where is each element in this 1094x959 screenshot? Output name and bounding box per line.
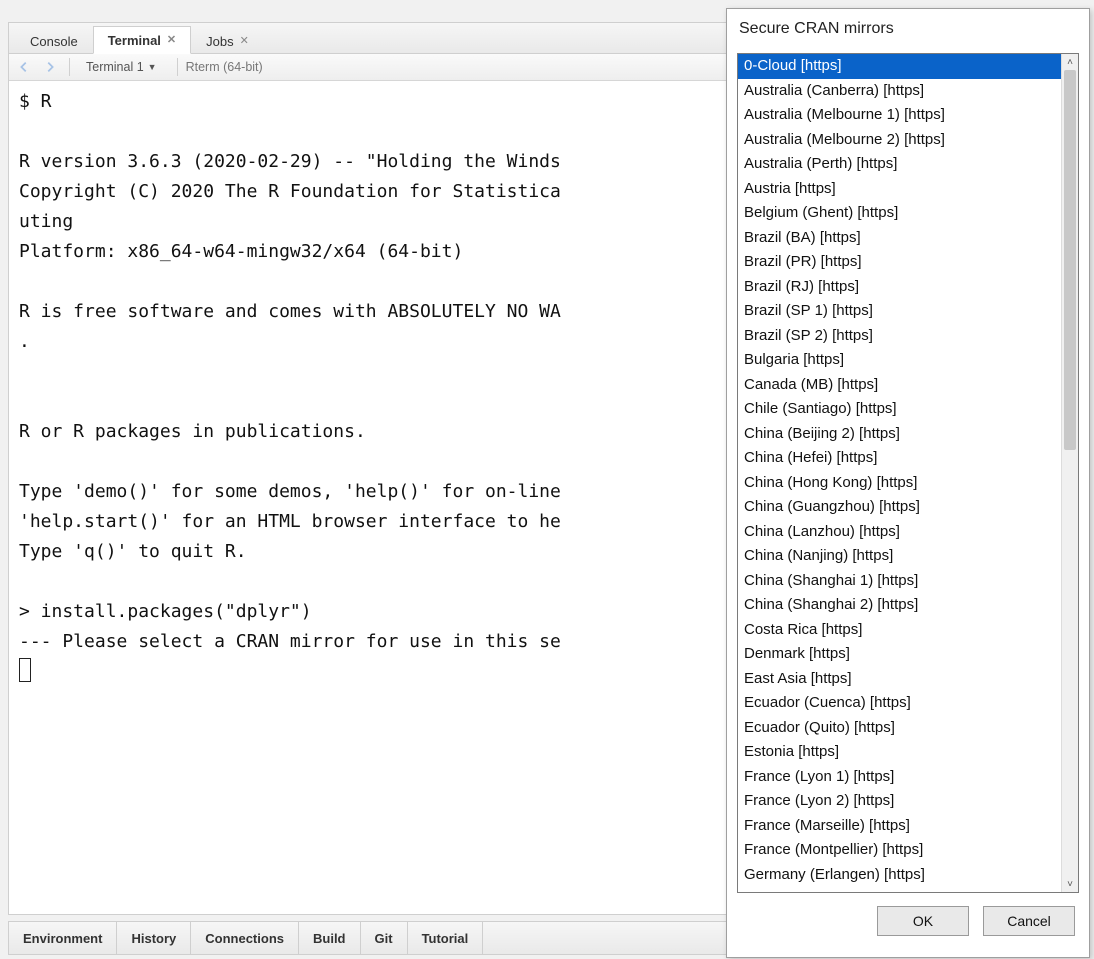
mirror-listbox[interactable]: 0-Cloud [https]Australia (Canberra) [htt… xyxy=(738,54,1062,892)
mirror-list-item[interactable]: France (Marseille) [https] xyxy=(738,814,1062,839)
dialog-title: Secure CRAN mirrors xyxy=(727,9,1089,49)
mirror-list-item[interactable]: Australia (Melbourne 2) [https] xyxy=(738,128,1062,153)
bottom-tab-environment[interactable]: Environment xyxy=(9,922,117,954)
nav-forward-icon[interactable] xyxy=(41,59,59,75)
mirror-list-item[interactable]: Brazil (BA) [https] xyxy=(738,226,1062,251)
workspace: Console Terminal ✕ Jobs ✕ Terminal 1 ▼ xyxy=(0,0,1094,959)
tab-label: Console xyxy=(30,34,78,49)
scroll-thumb[interactable] xyxy=(1064,70,1076,450)
terminal-selector-label: Terminal 1 xyxy=(86,60,144,74)
terminal-text: $ R R version 3.6.3 (2020-02-29) -- "Hol… xyxy=(19,91,561,652)
mirror-list-item[interactable]: China (Hefei) [https] xyxy=(738,446,1062,471)
close-icon[interactable]: ✕ xyxy=(240,36,249,47)
mirror-list-item[interactable]: Germany (Erlangen) [https] xyxy=(738,863,1062,888)
mirror-list-item[interactable]: Australia (Melbourne 1) [https] xyxy=(738,103,1062,128)
mirror-list-item[interactable]: France (Lyon 1) [https] xyxy=(738,765,1062,790)
mirror-list-item[interactable]: Costa Rica [https] xyxy=(738,618,1062,643)
mirror-list-item[interactable]: China (Guangzhou) [https] xyxy=(738,495,1062,520)
mirror-list-item[interactable]: Brazil (PR) [https] xyxy=(738,250,1062,275)
mirror-list-item[interactable]: Bulgaria [https] xyxy=(738,348,1062,373)
tab-terminal[interactable]: Terminal ✕ xyxy=(93,26,191,54)
tab-label: Terminal xyxy=(108,33,161,48)
tab-jobs[interactable]: Jobs ✕ xyxy=(191,27,264,54)
button-label: Cancel xyxy=(1007,913,1051,929)
mirror-list-item[interactable]: China (Shanghai 2) [https] xyxy=(738,593,1062,618)
bottom-tab-build[interactable]: Build xyxy=(299,922,361,954)
mirror-list-item[interactable]: Brazil (SP 2) [https] xyxy=(738,324,1062,349)
bottom-tab-history[interactable]: History xyxy=(117,922,191,954)
bottom-tab-git[interactable]: Git xyxy=(361,922,408,954)
tab-console[interactable]: Console xyxy=(15,27,93,54)
mirror-list-item[interactable]: Australia (Canberra) [https] xyxy=(738,79,1062,104)
mirror-list-item[interactable]: 0-Cloud [https] xyxy=(738,54,1062,79)
chevron-down-icon: ▼ xyxy=(148,62,157,72)
separator xyxy=(69,58,70,76)
mirror-list-item[interactable]: China (Shanghai 1) [https] xyxy=(738,569,1062,594)
scrollbar[interactable]: ˄ ˅ xyxy=(1061,54,1078,892)
mirror-list-item[interactable]: France (Montpellier) [https] xyxy=(738,838,1062,863)
mirror-list-item[interactable]: China (Lanzhou) [https] xyxy=(738,520,1062,545)
terminal-subtitle: Rterm (64-bit) xyxy=(177,58,263,76)
mirror-list-item[interactable]: Canada (MB) [https] xyxy=(738,373,1062,398)
terminal-selector[interactable]: Terminal 1 ▼ xyxy=(80,59,163,75)
mirror-list-item[interactable]: China (Hong Kong) [https] xyxy=(738,471,1062,496)
mirror-list-item[interactable]: Estonia [https] xyxy=(738,740,1062,765)
mirror-list-item[interactable]: Denmark [https] xyxy=(738,642,1062,667)
cancel-button[interactable]: Cancel xyxy=(983,906,1075,936)
cran-mirror-dialog: Secure CRAN mirrors 0-Cloud [https]Austr… xyxy=(726,8,1090,958)
scroll-up-icon[interactable]: ˄ xyxy=(1062,54,1078,70)
dialog-buttons: OK Cancel xyxy=(727,893,1089,957)
mirror-list-item[interactable]: China (Nanjing) [https] xyxy=(738,544,1062,569)
mirror-list-item[interactable]: China (Beijing 2) [https] xyxy=(738,422,1062,447)
mirror-listbox-frame: 0-Cloud [https]Australia (Canberra) [htt… xyxy=(737,53,1079,893)
mirror-list-item[interactable]: Germany (Leipzig) [https] xyxy=(738,887,1062,892)
bottom-tab-tutorial[interactable]: Tutorial xyxy=(408,922,484,954)
scroll-down-icon[interactable]: ˅ xyxy=(1062,876,1078,892)
tab-label: Jobs xyxy=(206,34,233,49)
bottom-tab-connections[interactable]: Connections xyxy=(191,922,299,954)
mirror-list-item[interactable]: France (Lyon 2) [https] xyxy=(738,789,1062,814)
mirror-list-item[interactable]: Australia (Perth) [https] xyxy=(738,152,1062,177)
mirror-list-item[interactable]: Ecuador (Quito) [https] xyxy=(738,716,1062,741)
cursor xyxy=(19,658,31,682)
close-icon[interactable]: ✕ xyxy=(167,35,176,46)
mirror-list-item[interactable]: Brazil (SP 1) [https] xyxy=(738,299,1062,324)
nav-back-icon[interactable] xyxy=(15,59,33,75)
button-label: OK xyxy=(913,913,933,929)
ok-button[interactable]: OK xyxy=(877,906,969,936)
mirror-list-item[interactable]: Austria [https] xyxy=(738,177,1062,202)
mirror-list-item[interactable]: Chile (Santiago) [https] xyxy=(738,397,1062,422)
mirror-list-item[interactable]: Ecuador (Cuenca) [https] xyxy=(738,691,1062,716)
mirror-list-item[interactable]: East Asia [https] xyxy=(738,667,1062,692)
mirror-list-item[interactable]: Brazil (RJ) [https] xyxy=(738,275,1062,300)
mirror-list-item[interactable]: Belgium (Ghent) [https] xyxy=(738,201,1062,226)
